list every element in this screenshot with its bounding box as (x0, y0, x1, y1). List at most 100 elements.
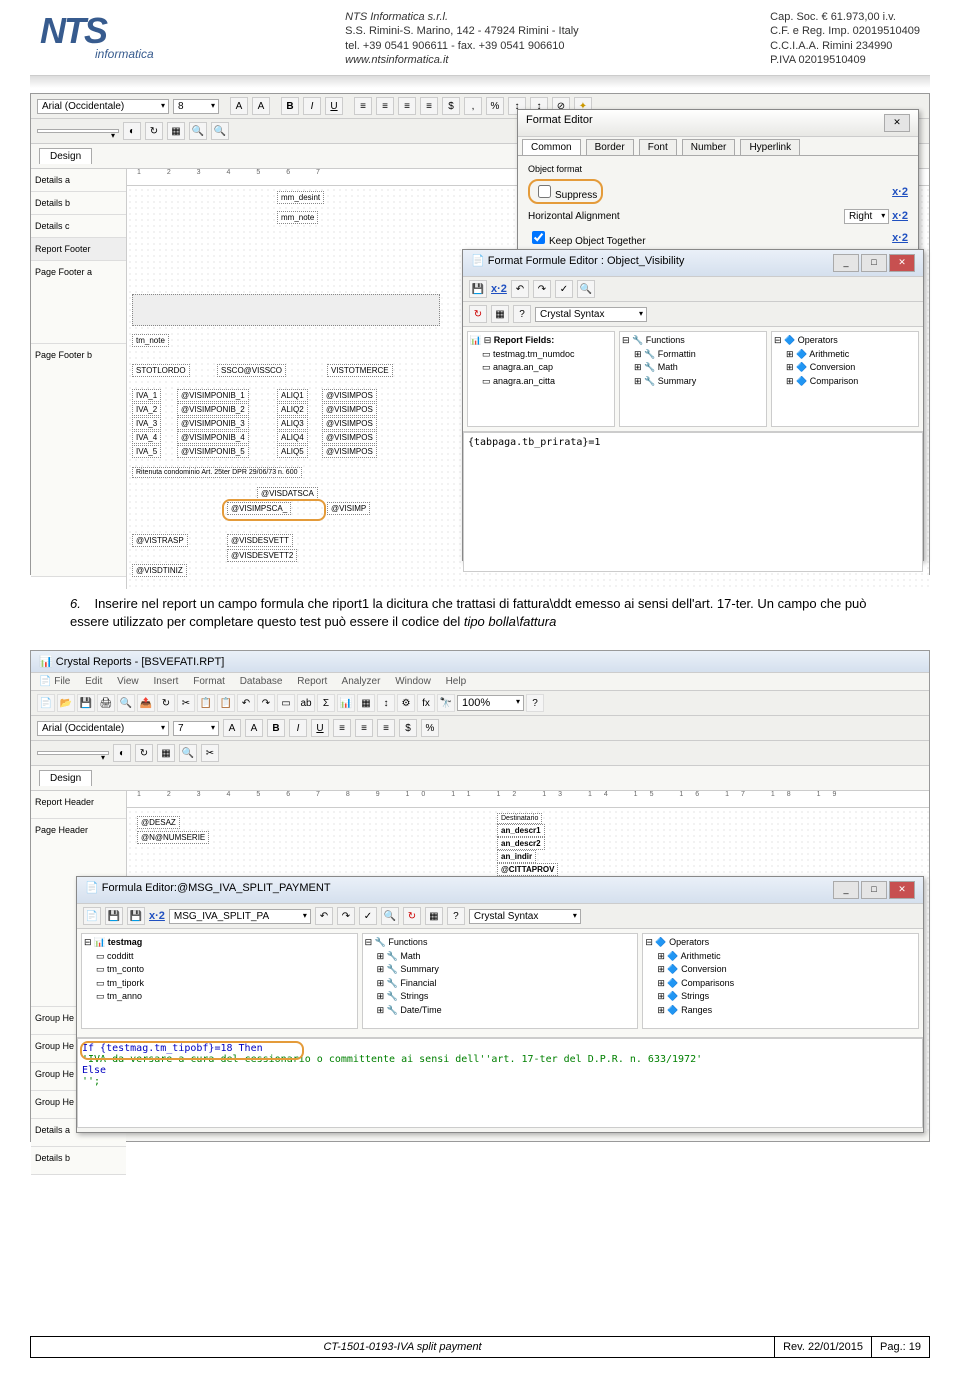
cut-icon[interactable]: ✂ (177, 694, 195, 712)
align-center-icon[interactable]: ≡ (355, 719, 373, 737)
menu-edit[interactable]: Edit (85, 676, 102, 687)
field-aliq2[interactable]: ALIQ2 (277, 403, 308, 416)
zoom-out-icon[interactable]: 🔍 (211, 122, 229, 140)
nav-dropdown[interactable] (37, 751, 109, 755)
field-mm-desint[interactable]: mm_desint (277, 191, 324, 204)
save-close-icon[interactable]: 💾 (127, 907, 145, 925)
menu-report[interactable]: Report (297, 676, 327, 687)
section-detailsb[interactable]: Details b (31, 192, 126, 215)
find-icon[interactable]: 🔍 (381, 907, 399, 925)
refresh-icon[interactable]: ↻ (157, 694, 175, 712)
zoom-in-icon[interactable]: 🔍 (189, 122, 207, 140)
font-size-dropdown[interactable]: 7 (173, 721, 219, 736)
menu-database[interactable]: Database (240, 676, 283, 687)
menu-insert[interactable]: Insert (153, 676, 178, 687)
check-icon[interactable]: ✓ (555, 280, 573, 298)
field-visimpos5[interactable]: @VISIMPOS (322, 445, 377, 458)
zoom-dropdown[interactable]: 100% (457, 695, 524, 711)
font-shrink-icon[interactable]: A (245, 719, 263, 737)
refresh-icon[interactable]: ↻ (145, 122, 163, 140)
field-visimpsca[interactable]: @VISIMPSCA_ (227, 502, 291, 515)
menu-help[interactable]: Help (446, 676, 467, 687)
currency-icon[interactable]: $ (399, 719, 417, 737)
formula-name-dropdown[interactable]: MSG_IVA_SPLIT_PA (169, 909, 311, 924)
font-grow-icon[interactable]: A (230, 97, 248, 115)
maximize-icon[interactable]: □ (861, 881, 887, 899)
align-center-icon[interactable]: ≡ (376, 97, 394, 115)
stop-icon[interactable]: ◐ (113, 744, 131, 762)
align-justify-icon[interactable]: ≡ (420, 97, 438, 115)
menu-file[interactable]: File (54, 676, 70, 687)
field-tm-note[interactable]: tm_note (132, 334, 169, 347)
new-icon[interactable]: 📄 (83, 907, 101, 925)
x2-halign-icon[interactable]: x·2 (892, 210, 908, 222)
halign-dropdown[interactable]: Right (844, 209, 889, 224)
redo-icon[interactable]: ↷ (533, 280, 551, 298)
suppress-checkbox[interactable] (538, 185, 551, 198)
help-icon[interactable]: ? (447, 907, 465, 925)
x2-suppress-icon[interactable]: x·2 (892, 186, 908, 198)
section-detailsc[interactable]: Details c (31, 215, 126, 238)
new-icon[interactable]: 📄 (37, 694, 55, 712)
field-an-descr1[interactable]: an_descr1 (497, 824, 545, 837)
underline-icon[interactable]: U (311, 719, 329, 737)
stop-icon[interactable]: ◐ (123, 122, 141, 140)
bold-icon[interactable]: B (281, 97, 299, 115)
sigma-icon[interactable]: Σ (317, 694, 335, 712)
font-family-dropdown[interactable]: Arial (Occidentale) (37, 721, 169, 736)
field-visimponib5[interactable]: @VISIMPONIB_5 (177, 445, 249, 458)
field-visimponib1[interactable]: @VISIMPONIB_1 (177, 389, 249, 402)
zoom-dropdown[interactable] (37, 129, 119, 133)
field-aliq4[interactable]: ALIQ4 (277, 431, 308, 444)
save-icon[interactable]: 💾 (77, 694, 95, 712)
field-an-descr2[interactable]: an_descr2 (497, 837, 545, 850)
open-icon[interactable]: 📂 (57, 694, 75, 712)
section-rfooter[interactable]: Report Footer (31, 238, 126, 261)
field-desaz[interactable]: @DESAZ (137, 816, 180, 829)
font-family-dropdown[interactable]: Arial (Occidentale) (37, 99, 169, 114)
field-visimpos3[interactable]: @VISIMPOS (322, 417, 377, 430)
x2-icon[interactable]: x·2 (491, 283, 507, 295)
currency-icon[interactable]: $ (442, 97, 460, 115)
tab-design[interactable]: Design (39, 770, 92, 786)
find-icon[interactable]: 🔍 (577, 280, 595, 298)
section-db[interactable]: Details b (31, 1147, 126, 1175)
field-visimponib4[interactable]: @VISIMPONIB_4 (177, 431, 249, 444)
x2-keep-icon[interactable]: x·2 (892, 232, 908, 244)
field-visimponib2[interactable]: @VISIMPONIB_2 (177, 403, 249, 416)
menu-analyzer[interactable]: Analyzer (342, 676, 381, 687)
undo-icon[interactable]: ↶ (237, 694, 255, 712)
menu-window[interactable]: Window (395, 676, 431, 687)
minimize-icon[interactable]: _ (833, 254, 859, 272)
font-size-dropdown[interactable]: 8 (173, 99, 219, 114)
section-pfb[interactable]: Page Footer b (31, 344, 126, 577)
zoom-in-icon[interactable]: 🔍 (179, 744, 197, 762)
insert-text-icon[interactable]: ab (297, 694, 315, 712)
undo-icon[interactable]: ↶ (511, 280, 529, 298)
syntax-dropdown[interactable]: Crystal Syntax (535, 307, 647, 322)
cut-icon[interactable]: ✂ (201, 744, 219, 762)
field-vistrasp[interactable]: @VISTRASP (132, 534, 188, 547)
tab-common[interactable]: Common (522, 139, 581, 155)
field-visimp[interactable]: @VISIMP (327, 502, 370, 515)
panel-icon[interactable]: ▦ (491, 305, 509, 323)
field-ssco[interactable]: SSCO@VISSCO (217, 364, 286, 377)
field-iva1[interactable]: IVA_1 (132, 389, 161, 402)
filter-icon[interactable]: ⚙ (397, 694, 415, 712)
field-iva4[interactable]: IVA_4 (132, 431, 161, 444)
print-icon[interactable]: 🖨 (97, 694, 115, 712)
tab-hyperlink[interactable]: Hyperlink (740, 139, 800, 155)
paste-icon[interactable]: 📋 (217, 694, 235, 712)
field-visdesvett2[interactable]: @VISDESVETT2 (227, 549, 297, 562)
menu-view[interactable]: View (117, 676, 139, 687)
tab-font[interactable]: Font (639, 139, 677, 155)
formula-icon[interactable]: fx (417, 694, 435, 712)
menu-format[interactable]: Format (193, 676, 225, 687)
undo-icon[interactable]: ↶ (315, 907, 333, 925)
close-icon[interactable]: ✕ (889, 881, 915, 899)
close-icon[interactable]: ✕ (884, 114, 910, 132)
font-shrink-icon[interactable]: A (252, 97, 270, 115)
report-fields-panel[interactable]: 📊 ⊟ Report Fields: ▭ testmag.tm_numdoc ▭… (467, 331, 615, 427)
field-visdesvett[interactable]: @VISDESVETT (227, 534, 293, 547)
field-cittaprov[interactable]: @CITTAPROV (497, 863, 558, 876)
